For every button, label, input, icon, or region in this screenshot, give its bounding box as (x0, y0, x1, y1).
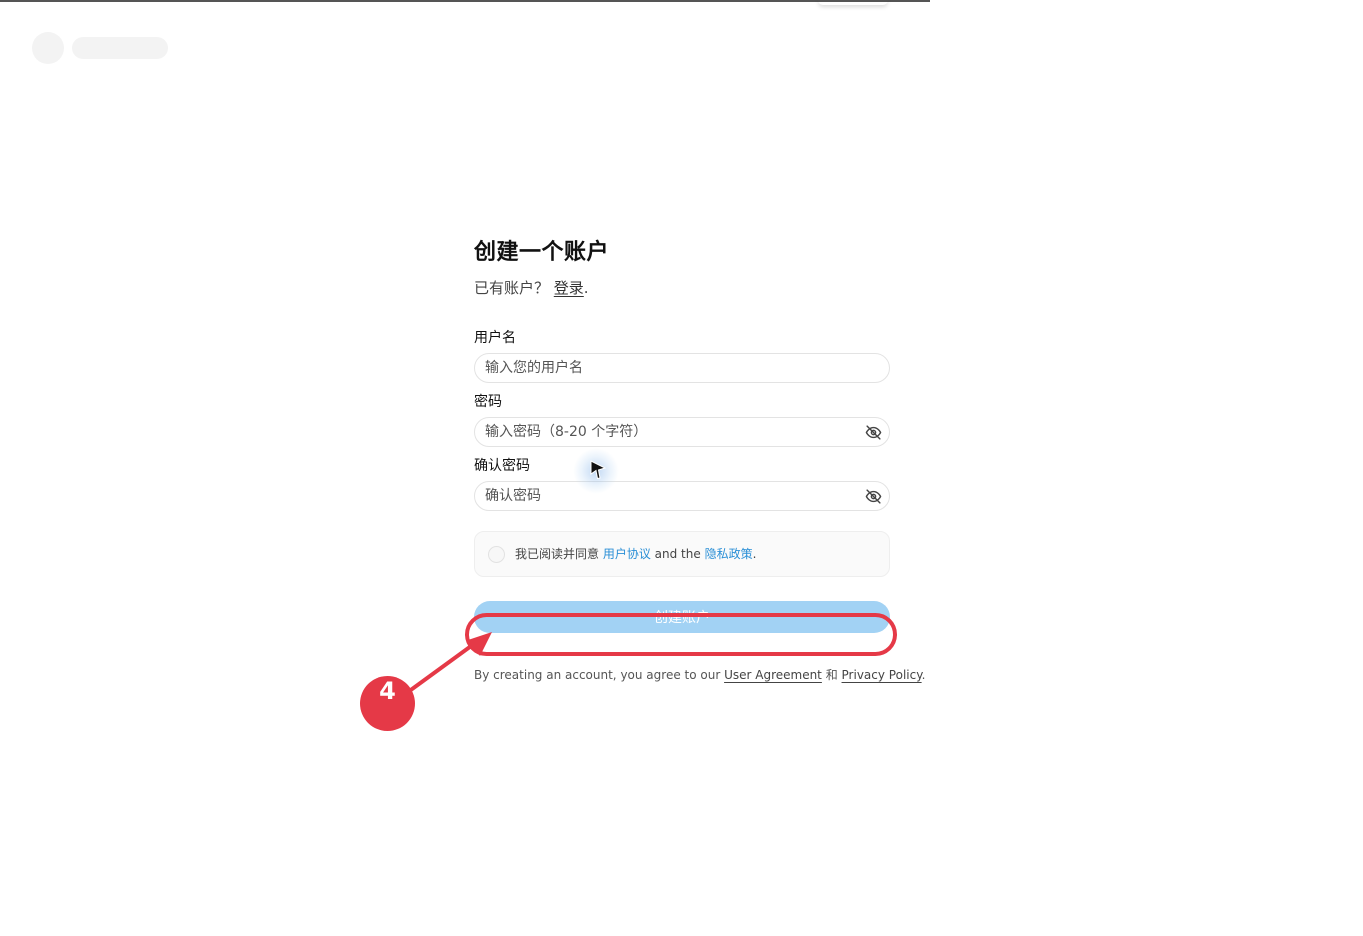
footnote-privacy-policy-link[interactable]: Privacy Policy (842, 668, 922, 682)
agreement-prefix: 我已阅读并同意 (515, 547, 603, 561)
footnote-suffix: . (921, 668, 926, 682)
mouse-cursor-icon (590, 460, 607, 480)
login-prompt-suffix: . (583, 279, 589, 297)
username-label: 用户名 (474, 330, 516, 346)
password-label: 密码 (474, 394, 502, 410)
username-field-wrapper (474, 353, 890, 383)
footnote-prefix: By creating an account, you agree to our (474, 668, 725, 682)
loading-text-placeholder (72, 37, 168, 59)
agreement-middle: and the (650, 547, 705, 561)
top-border (0, 0, 930, 2)
loading-avatar-placeholder (32, 32, 64, 64)
footnote-user-agreement-link[interactable]: User Agreement (724, 668, 822, 682)
password-input[interactable] (475, 418, 889, 446)
agreement-checkbox[interactable] (488, 546, 505, 563)
user-agreement-link[interactable]: 用户协议 (603, 547, 651, 561)
agreement-text: 我已阅读并同意 用户协议 and the 隐私政策. (515, 532, 756, 576)
annotation-step-number: 4 (379, 677, 396, 705)
terms-footnote: By creating an account, you agree to our… (474, 666, 925, 683)
eye-off-icon[interactable] (865, 488, 882, 505)
eye-off-icon[interactable] (865, 424, 882, 441)
annotation-highlight-box (465, 613, 897, 656)
login-link[interactable]: 登录 (554, 279, 584, 297)
password-field-wrapper (474, 417, 890, 447)
agreement-box: 我已阅读并同意 用户协议 and the 隐私政策. (474, 531, 890, 577)
login-prompt-text: 已有账户？ (474, 279, 554, 297)
confirm-password-input[interactable] (475, 482, 889, 510)
top-tab-shadow (818, 0, 888, 5)
footnote-middle: 和 (821, 668, 842, 682)
agreement-suffix: . (752, 547, 757, 561)
privacy-policy-link[interactable]: 隐私政策 (705, 547, 753, 561)
page-title: 创建一个账户 (474, 240, 610, 265)
annotation-step-badge: 4 (360, 676, 415, 731)
username-input[interactable] (475, 354, 889, 382)
login-prompt: 已有账户？ 登录. (474, 276, 890, 300)
confirm-password-label: 确认密码 (474, 458, 530, 474)
confirm-password-field-wrapper (474, 481, 890, 511)
